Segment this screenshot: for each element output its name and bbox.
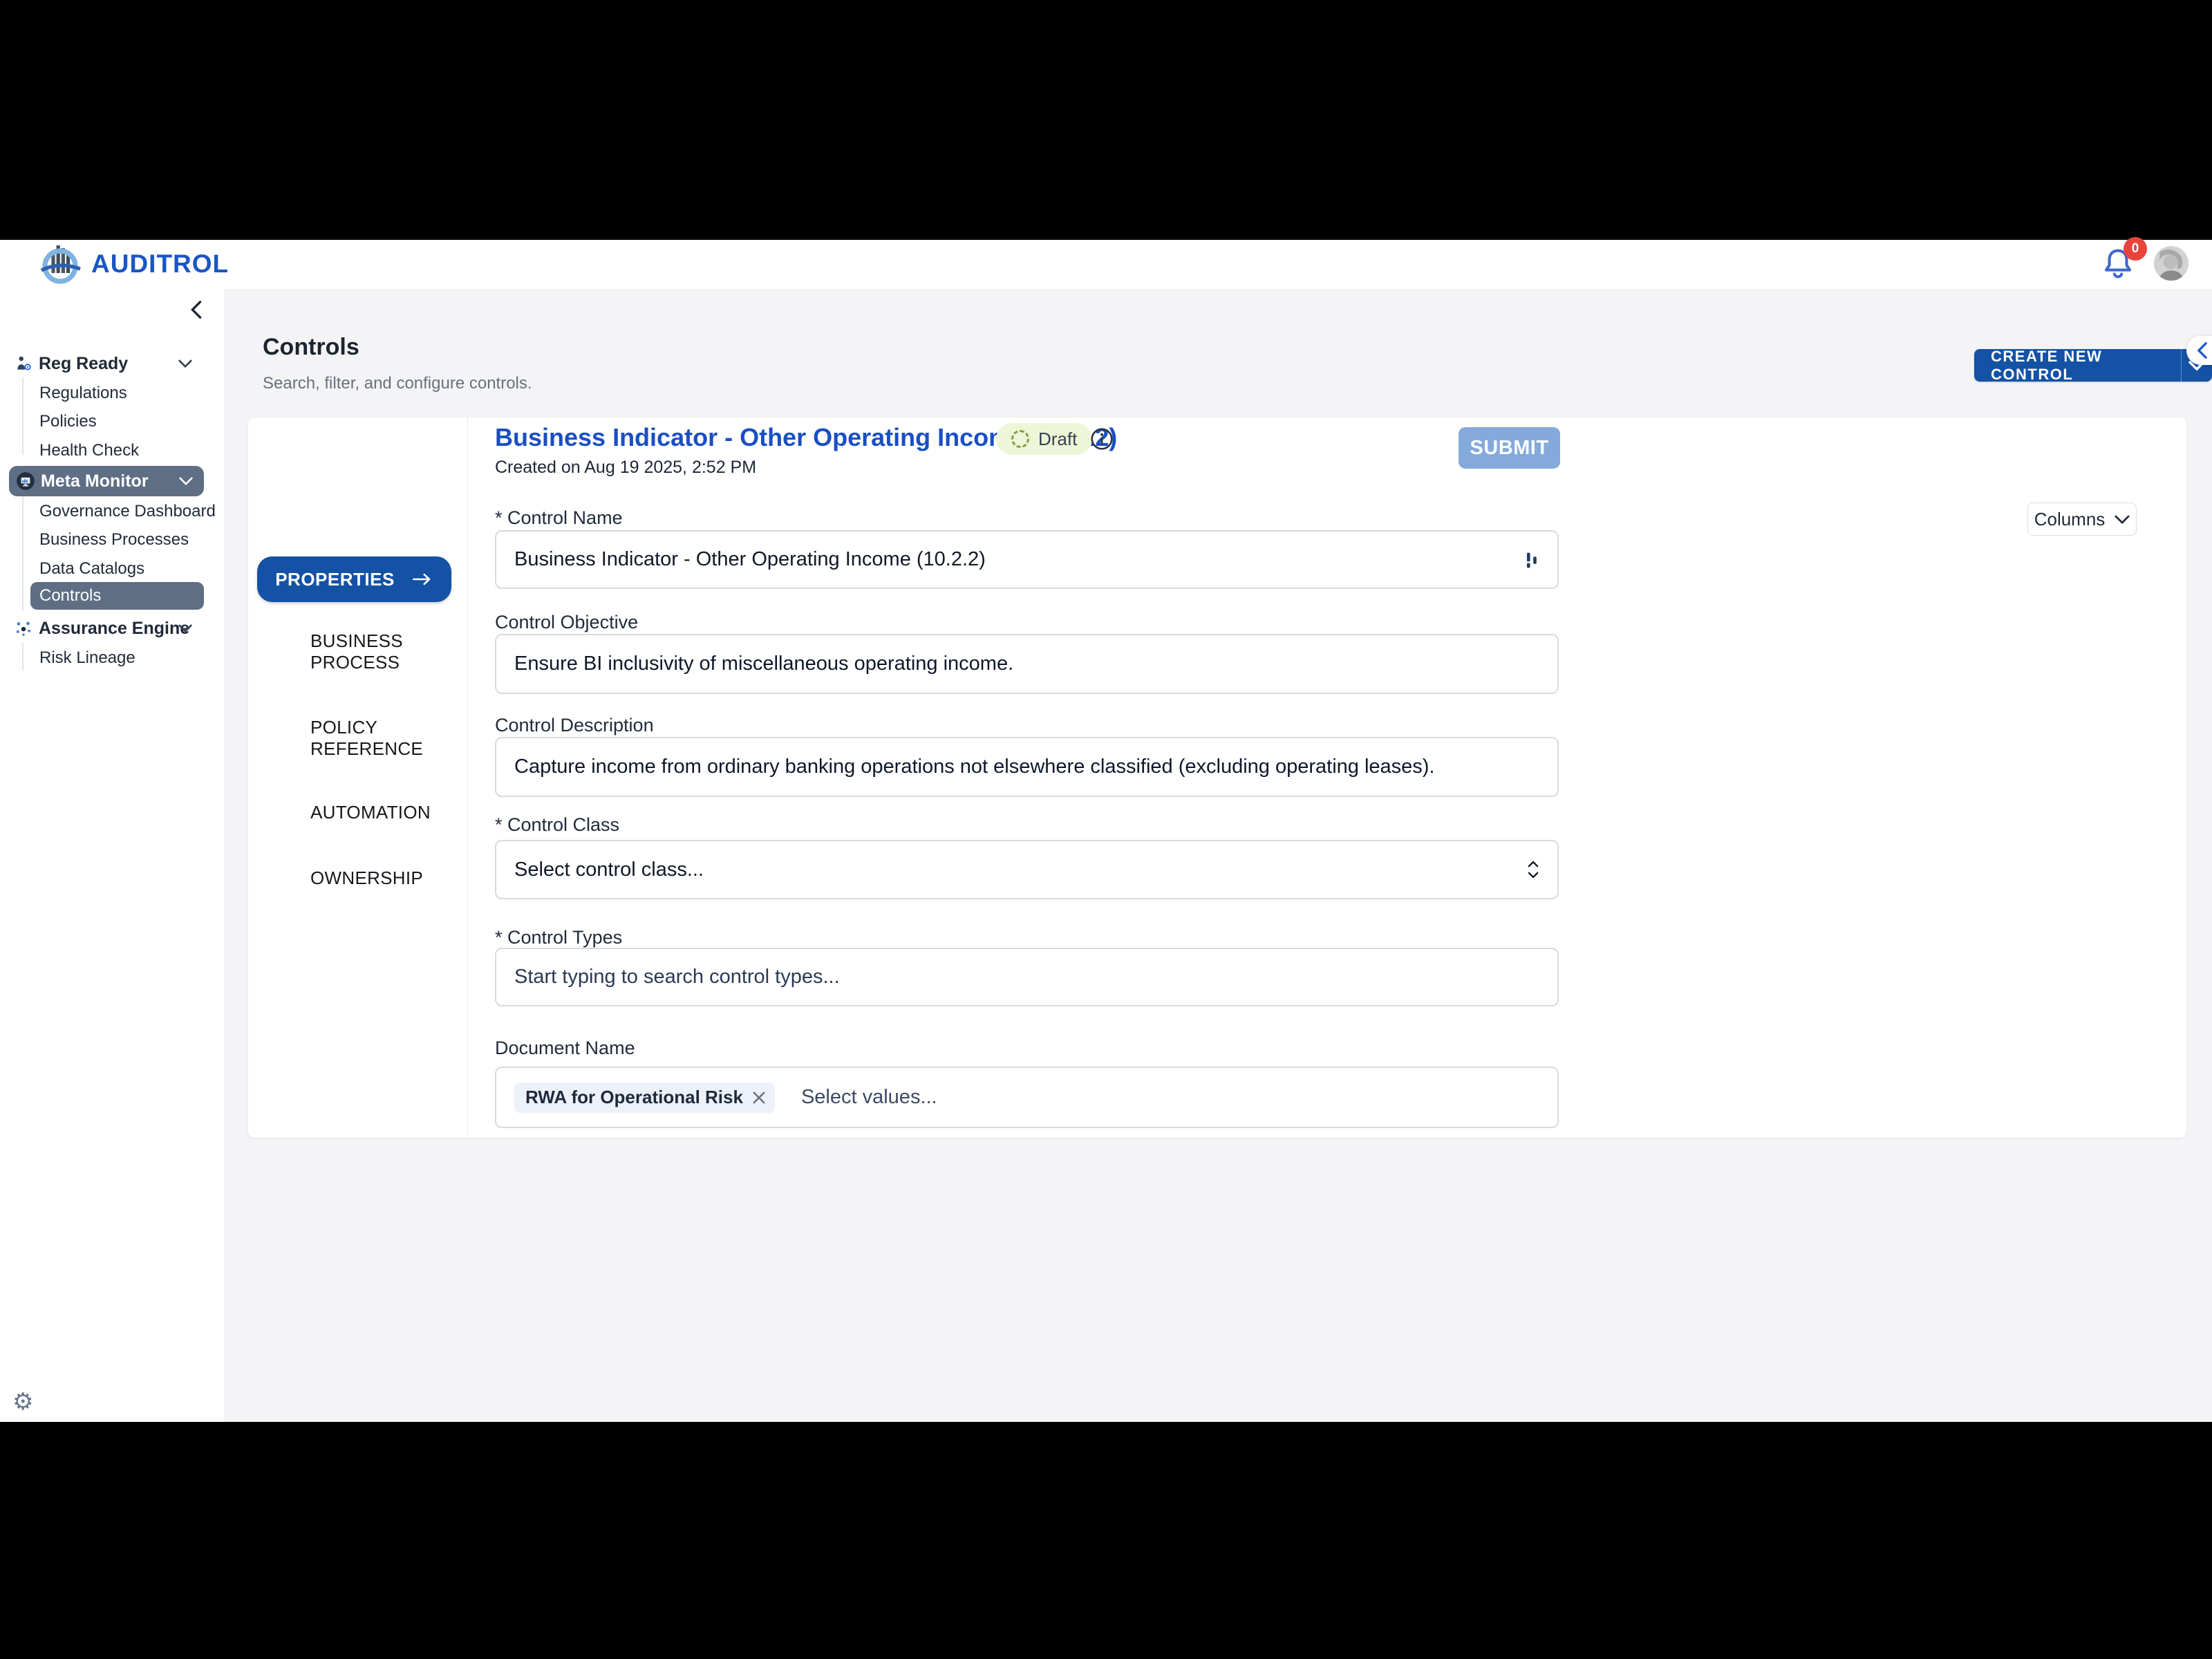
sidebar-item-risk-lineage[interactable]: Risk Lineage: [0, 644, 225, 672]
sidebar-group-meta-monitor[interactable]: Meta Monitor: [9, 466, 204, 496]
sidebar-collapse-button[interactable]: [185, 299, 207, 321]
tab-automation[interactable]: AUTOMATION: [310, 802, 457, 823]
chevron-down-icon: [178, 359, 192, 368]
monitor-icon: [16, 471, 35, 491]
control-name-field[interactable]: Business Indicator - Other Operating Inc…: [495, 530, 1559, 589]
tab-business-process[interactable]: BUSINESS PROCESS: [310, 630, 457, 673]
control-description-label: Control Description: [495, 715, 654, 736]
settings-gear-icon[interactable]: ⚙: [12, 1390, 33, 1414]
notifications-button[interactable]: 0: [2100, 245, 2139, 284]
status-label: Draft: [1038, 429, 1077, 450]
sidebar-group-label: Reg Ready: [39, 354, 128, 374]
chevron-down-icon: [2115, 515, 2130, 524]
control-detail-card: Business Indicator - Other Operating Inc…: [248, 418, 2186, 1138]
sidebar-group-reg-ready[interactable]: Reg Ready: [0, 350, 225, 377]
control-types-label: * Control Types: [495, 927, 622, 948]
control-name-label: * Control Name: [495, 507, 623, 529]
document-name-placeholder: Select values...: [801, 1086, 937, 1109]
tab-properties[interactable]: PROPERTIES: [257, 556, 451, 602]
control-objective-label: Control Objective: [495, 612, 638, 633]
create-new-control-label: CREATE NEW CONTROL: [1974, 349, 2181, 382]
chevron-left-icon: [189, 301, 203, 319]
tab-policy-reference[interactable]: POLICY REFERENCE: [310, 717, 457, 760]
app-screen: AUDITROL 0: [0, 0, 2212, 1659]
control-name-value: Business Indicator - Other Operating Inc…: [514, 548, 1524, 571]
selected-value-chip: RWA for Operational Risk: [514, 1082, 775, 1113]
sidebar-item-controls-active[interactable]: Controls: [30, 582, 204, 610]
document-name-multiselect[interactable]: RWA for Operational Risk Select values..…: [495, 1067, 1559, 1128]
chip-label: RWA for Operational Risk: [525, 1087, 743, 1108]
submit-button[interactable]: SUBMIT: [1459, 427, 1560, 469]
app-logo: AUDITROL: [39, 241, 229, 287]
info-icon[interactable]: [1089, 426, 1115, 452]
control-objective-input[interactable]: [495, 634, 1559, 694]
right-panel-collapse-button[interactable]: [2186, 336, 2212, 365]
sidebar: Reg Ready Regulations Policies Health Ch…: [0, 289, 225, 1422]
chevron-left-icon: [2196, 342, 2209, 359]
notification-count-badge: 0: [2124, 237, 2147, 261]
control-types-input[interactable]: [495, 948, 1559, 1006]
brand-name: AUDITROL: [91, 250, 229, 279]
sidebar-group-assurance-engine[interactable]: Assurance Engine: [0, 615, 225, 642]
auditrol-logo-mark: [39, 241, 84, 287]
sidebar-item-health-check[interactable]: Health Check: [0, 437, 225, 465]
document-name-label: Document Name: [495, 1038, 635, 1059]
control-class-select[interactable]: Select control class...: [495, 840, 1559, 899]
draft-dashed-circle-icon: [1011, 430, 1029, 448]
sidebar-item-business-processes[interactable]: Business Processes: [0, 526, 225, 554]
page-subtitle: Search, filter, and configure controls.: [263, 374, 532, 393]
sidebar-item-data-catalogs[interactable]: Data Catalogs: [0, 555, 225, 583]
sidebar-item-policies[interactable]: Policies: [0, 408, 225, 435]
chevron-down-icon: [179, 477, 193, 485]
user-avatar[interactable]: [2154, 246, 2188, 281]
bar-chart-icon[interactable]: [1524, 550, 1541, 570]
avatar-photo: [2154, 246, 2188, 281]
control-class-placeholder: Select control class...: [514, 859, 1526, 881]
remove-chip-icon[interactable]: [753, 1091, 765, 1104]
tab-ownership[interactable]: OWNERSHIP: [310, 868, 457, 889]
sidebar-item-governance-dashboard[interactable]: Governance Dashboard: [0, 498, 225, 525]
sidebar-group-label: Meta Monitor: [41, 471, 149, 491]
columns-label: Columns: [2034, 509, 2106, 530]
control-class-label: * Control Class: [495, 814, 619, 836]
status-badge: Draft: [996, 423, 1092, 455]
up-down-chevrons-icon: [1526, 859, 1541, 881]
arrow-right-icon: [411, 572, 433, 587]
sidebar-item-regulations[interactable]: Regulations: [0, 379, 225, 407]
columns-button[interactable]: Columns: [2027, 503, 2137, 536]
created-timestamp: Created on Aug 19 2025, 2:52 PM: [495, 458, 756, 478]
person-gear-icon: [14, 354, 33, 373]
page-title: Controls: [263, 334, 359, 361]
tab-rail-divider: [467, 418, 468, 1138]
create-new-control-button[interactable]: CREATE NEW CONTROL: [1974, 349, 2212, 382]
network-icon: [14, 619, 33, 638]
chevron-down-icon: [178, 624, 192, 632]
control-description-input[interactable]: [495, 737, 1559, 797]
sidebar-group-label: Assurance Engine: [39, 619, 189, 639]
top-header-bar: AUDITROL 0: [0, 240, 2212, 289]
